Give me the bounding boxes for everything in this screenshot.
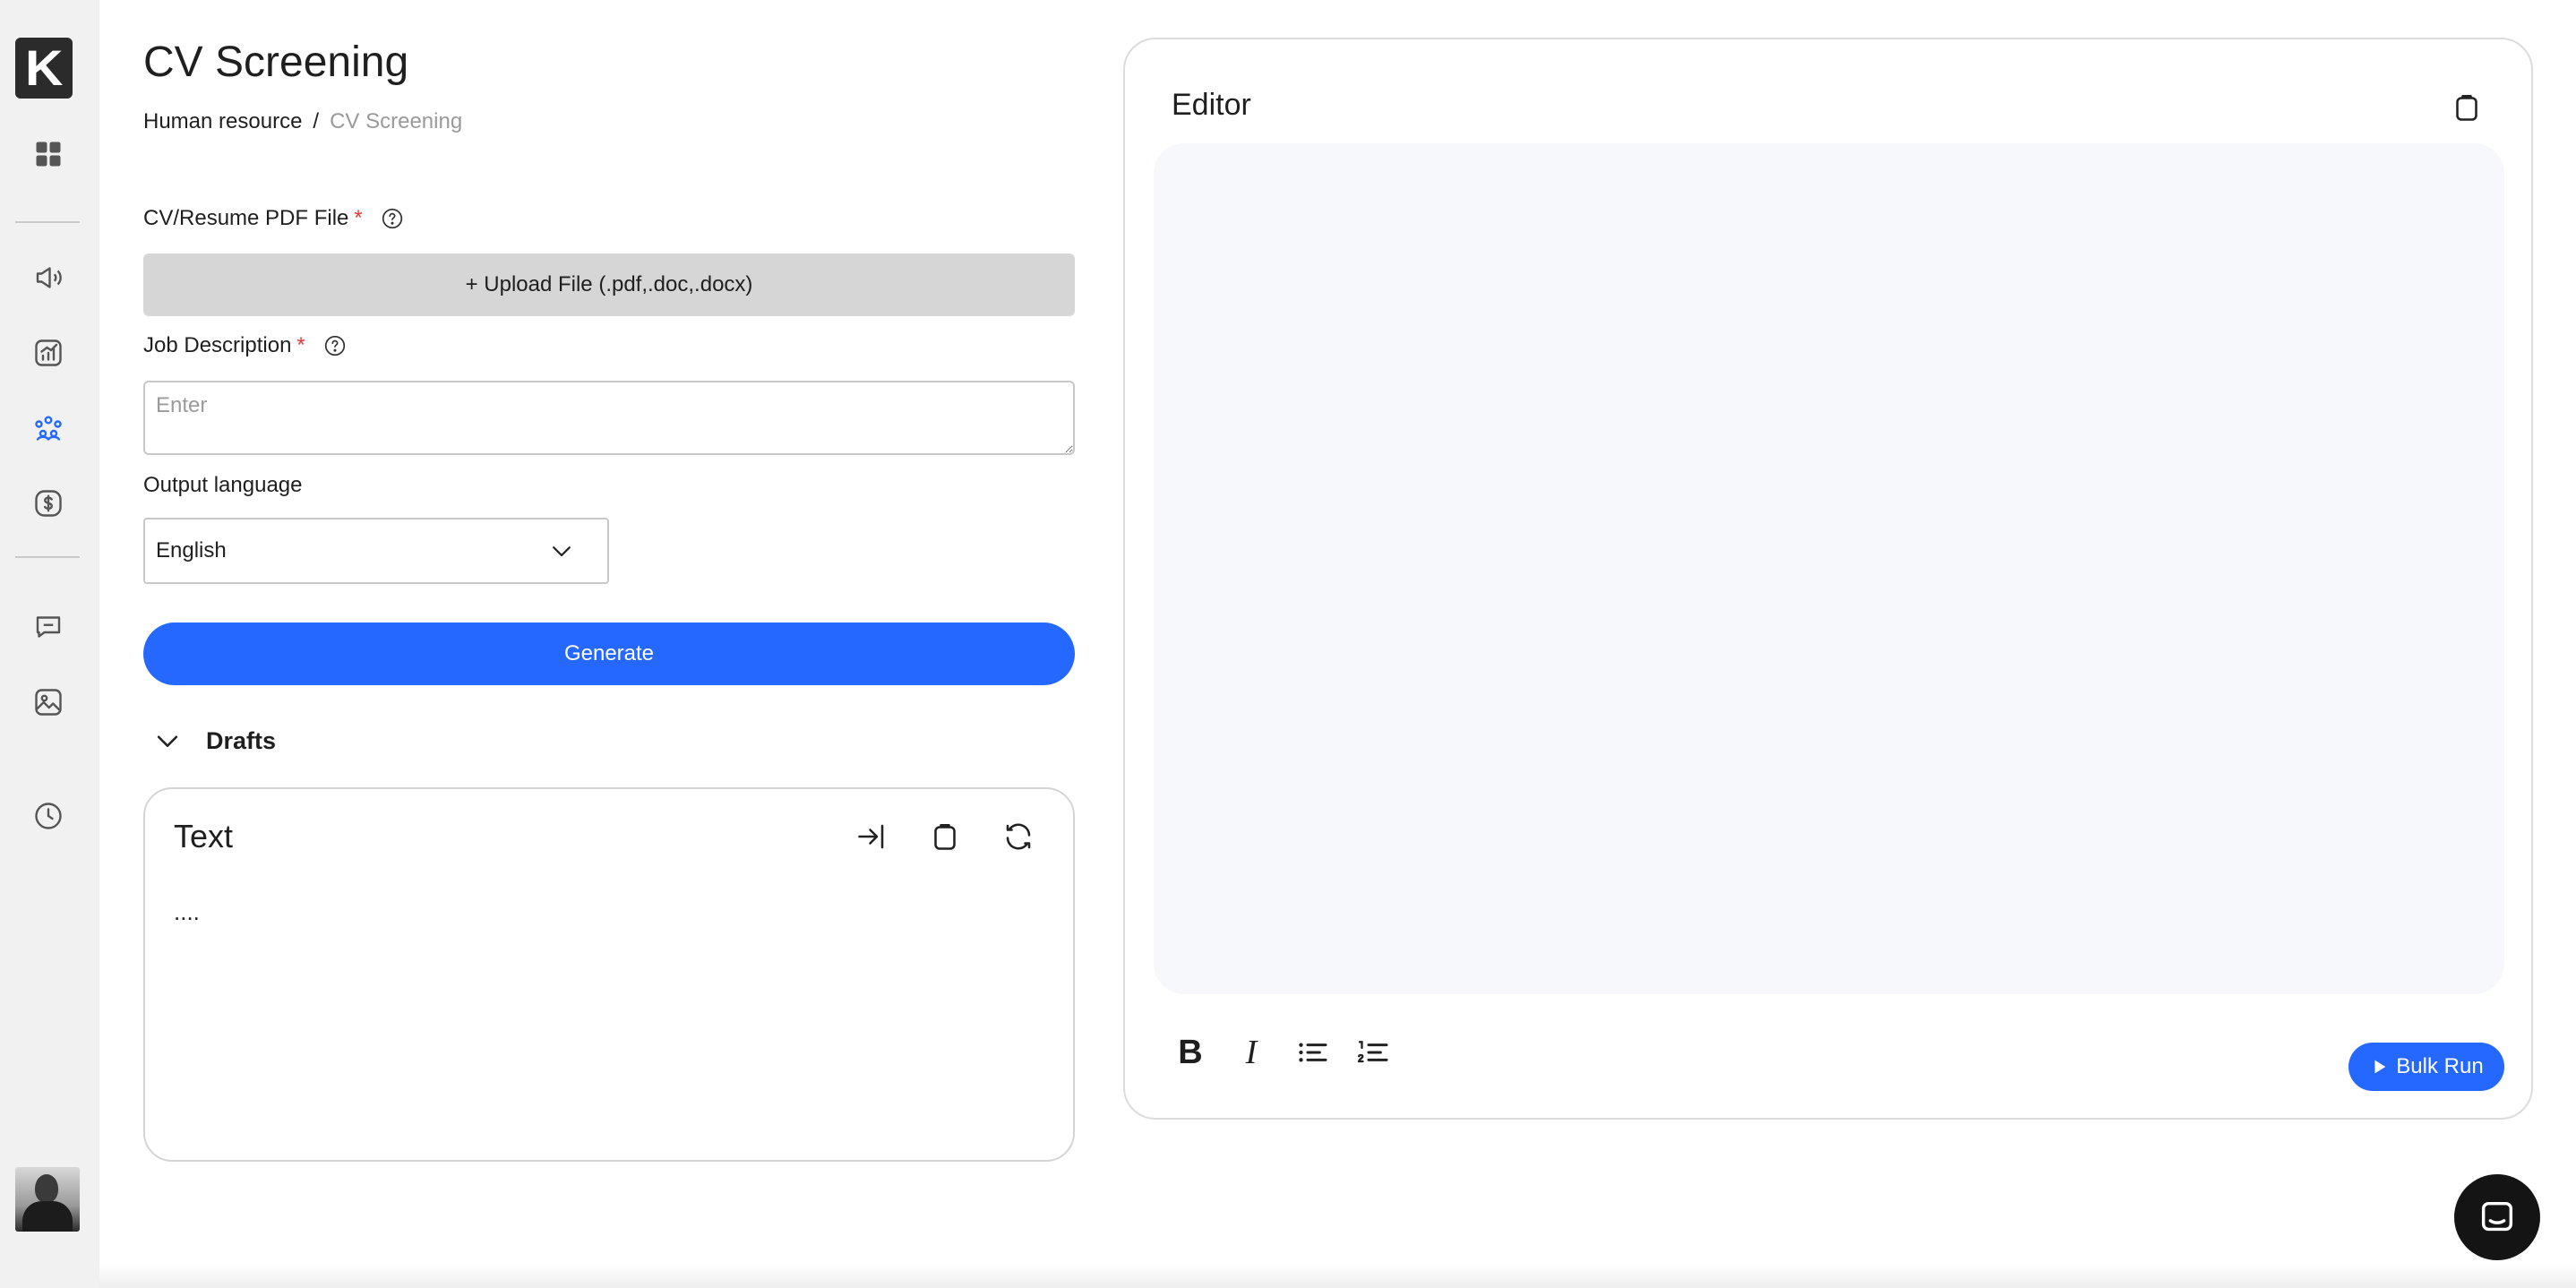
chevron-down-icon: [553, 546, 571, 557]
upload-file-button[interactable]: + Upload File (.pdf,.doc,.docx): [143, 253, 1075, 316]
editor-panel: Editor B I Bulk Run: [1123, 38, 2533, 1120]
refresh-icon[interactable]: [1000, 818, 1037, 855]
bullet-list-icon[interactable]: [1293, 1034, 1331, 1071]
draft-title: Text: [174, 818, 234, 854]
chevron-down-icon: [157, 735, 178, 747]
output-language-select[interactable]: English: [143, 518, 609, 584]
editor-text-area[interactable]: [1154, 143, 2504, 994]
copy-clipboard-icon[interactable]: [2449, 90, 2485, 125]
analytics-chart-icon[interactable]: [30, 335, 66, 371]
support-chat-button[interactable]: [2454, 1174, 2540, 1260]
drafts-label: Drafts: [206, 726, 277, 754]
sidebar-divider: [15, 221, 80, 223]
insert-arrow-icon[interactable]: [853, 818, 890, 855]
page-bottom-fade: [99, 1263, 2576, 1288]
cv-file-label: CV/Resume PDF File *: [143, 206, 404, 231]
sidebar-divider: [15, 556, 80, 558]
job-description-label: Job Description *: [143, 333, 347, 358]
required-mark: *: [354, 206, 363, 230]
numbered-list-icon[interactable]: [1354, 1034, 1392, 1071]
clock-history-icon[interactable]: [30, 798, 66, 834]
output-language-label: Output language: [143, 473, 302, 498]
app-logo[interactable]: K: [15, 38, 73, 99]
generate-button[interactable]: Generate: [143, 623, 1075, 685]
dollar-circle-icon[interactable]: [30, 485, 66, 521]
required-mark: *: [296, 333, 305, 357]
help-icon[interactable]: [381, 207, 404, 230]
bold-button[interactable]: B: [1172, 1034, 1209, 1071]
draft-actions: [853, 818, 1037, 855]
copy-clipboard-icon[interactable]: [926, 818, 964, 855]
cv-file-label-text: CV/Resume PDF File: [143, 206, 349, 230]
drafts-toggle[interactable]: Drafts: [152, 726, 276, 756]
breadcrumb-cv-screening: CV Screening: [330, 109, 463, 133]
image-icon[interactable]: [30, 684, 66, 720]
draft-content: ....: [174, 898, 200, 925]
draft-card: Text ....: [143, 787, 1075, 1162]
job-description-label-text: Job Description: [143, 333, 292, 357]
breadcrumb-separator: /: [313, 109, 320, 133]
chat-support-icon: [2481, 1201, 2513, 1232]
italic-button[interactable]: I: [1232, 1034, 1270, 1071]
output-language-value: English: [156, 538, 227, 562]
job-description-input[interactable]: [143, 381, 1075, 455]
breadcrumb: Human resource / CV Screening: [143, 109, 462, 134]
chat-bubble-icon[interactable]: [30, 609, 66, 645]
help-icon[interactable]: [323, 334, 347, 357]
user-avatar[interactable]: [15, 1167, 80, 1232]
page-title: CV Screening: [143, 39, 409, 86]
dashboard-grid-icon[interactable]: [30, 136, 66, 172]
sidebar: K: [0, 0, 99, 1288]
output-language-label-text: Output language: [143, 473, 303, 497]
logo-letter: K: [24, 39, 64, 96]
bulk-run-label: Bulk Run: [2396, 1054, 2484, 1078]
formatting-toolbar: B I: [1172, 1034, 1392, 1071]
people-group-icon[interactable]: [30, 410, 66, 446]
megaphone-icon[interactable]: [30, 260, 66, 296]
play-icon: [2374, 1060, 2386, 1074]
editor-title: Editor: [1172, 88, 1251, 122]
bulk-run-button[interactable]: Bulk Run: [2348, 1043, 2504, 1091]
breadcrumb-human-resource[interactable]: Human resource: [143, 109, 302, 134]
